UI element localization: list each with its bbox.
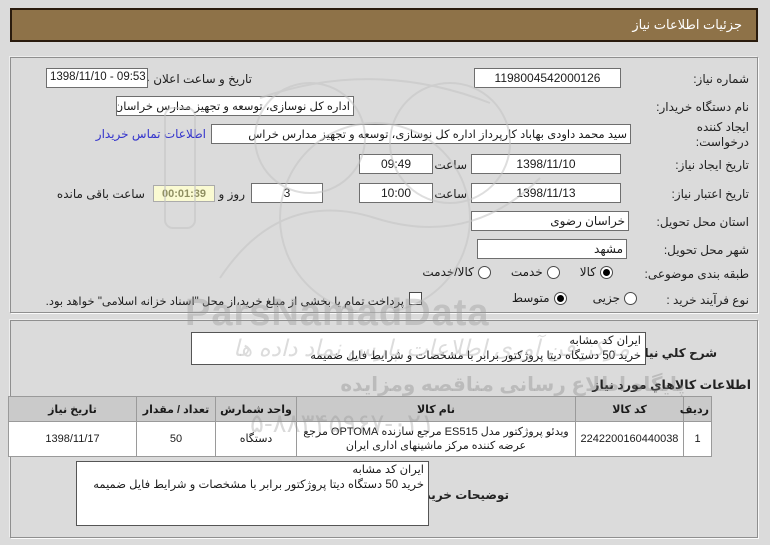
valid-hour-label: ساعت [434,187,467,201]
valid-date-field[interactable]: 1398/11/13 [471,183,621,203]
buyer-notes-field[interactable]: ایران کد مشابه خرید 50 دستگاه دیتا پروژک… [76,461,429,526]
radio-icon[interactable] [600,265,613,279]
need-number-label: شماره نیاز: [693,72,749,86]
col-quantity: تعداد / مقدار [136,396,216,422]
radio-option-service[interactable]: خدمت [511,265,560,279]
create-hour-label: ساعت [434,158,467,172]
valid-time-field[interactable]: 10:00 [359,183,433,203]
goods-table-row: 1 2242200160440038 ویدئو پروژکتور مدل ES… [8,421,712,457]
create-date-label: تاریخ ایجاد نیاز: [675,158,749,172]
cell-goods-name: ویدئو پروژکتور مدل ES515 مرجع سازنده OPT… [296,421,576,457]
purchase-type-label: نوع فرآیند خرید : [666,293,749,307]
buyer-org-field[interactable]: اداره کل نوسازی، توسعه و تجهیز مدارس خرا… [116,96,354,116]
col-unit: واحد شمارش [215,396,297,422]
need-details-panel: شماره نیاز: 1198004542000126 تاریخ و ساع… [10,57,758,313]
valid-date-label: تاریخ اعتبار نیاز: [671,187,749,201]
general-description-label: شرح کلي نیاز: [633,346,717,360]
need-description-panel: شرح کلي نیاز: ایران کد مشابه خرید 50 دست… [8,320,758,538]
valid-days-field[interactable]: 3 [251,183,323,203]
cell-goods-code: 2242200160440038 [575,421,684,457]
col-need-date: تاریخ نیاز [8,396,137,422]
cell-row-number: 1 [683,421,712,457]
radio-option-medium[interactable]: متوسط [512,291,567,305]
page-title: جزئیات اطلاعات نیاز [632,17,742,32]
purchase-type-radio-group: جزیی متوسط [512,291,637,305]
create-date-field[interactable]: 1398/11/10 [471,154,621,174]
col-goods-name: نام کالا [296,396,576,422]
creator-label: ایجاد کننده درخواست: [695,120,749,149]
page-title-bar: جزئیات اطلاعات نیاز [10,8,758,42]
city-field[interactable]: مشهد [477,239,627,259]
classification-label: طبقه بندی موضوعی: [644,267,749,281]
cell-unit: دستگاه [215,421,297,457]
creator-field[interactable]: سید محمد داودی بهاباد کارپرداز اداره کل … [211,124,631,144]
city-label: شهر محل تحویل: [663,243,749,257]
province-field[interactable]: خراسان رضوی [471,211,629,231]
buyer-contact-link[interactable]: اطلاعات تماس خریدار [96,127,206,141]
radio-icon[interactable] [553,291,567,305]
treasury-checkbox-label: پرداخت تمام یا بخشی از مبلغ خرید،از محل … [45,296,404,308]
province-label: استان محل تحویل: [656,215,749,229]
buyer-org-label: نام دستگاه خریدار: [656,100,749,114]
goods-section-title: اطلاعات کالاهاي مورد نیاز [592,378,751,392]
treasury-checkbox[interactable] [409,292,422,305]
cell-need-date: 1398/11/17 [8,421,137,457]
classification-radio-group: کالا خدمت کالا/خدمت [422,265,613,279]
announce-datetime-field[interactable]: 1398/11/10 - 09:53 [46,68,148,88]
radio-option-goods-service[interactable]: کالا/خدمت [422,265,491,279]
countdown-timer: 00:01:39 [153,185,215,202]
col-row-number: ردیف [680,396,712,422]
need-number-field[interactable]: 1198004542000126 [474,68,621,88]
radio-option-goods[interactable]: کالا [580,265,613,279]
radio-option-partial[interactable]: جزیی [593,291,637,305]
create-time-field[interactable]: 09:49 [359,154,433,174]
days-and-label: روز و [218,187,245,201]
cell-quantity: 50 [136,421,216,457]
radio-icon[interactable] [477,265,491,279]
radio-icon[interactable] [546,265,560,279]
hours-remaining-label: ساعت باقی مانده [56,187,145,201]
general-description-field[interactable]: ایران کد مشابه خرید 50 دستگاه دیتا پروژک… [191,332,646,365]
goods-table-header-row: ردیف کد کالا نام کالا واحد شمارش تعداد /… [8,396,712,422]
goods-table: ردیف کد کالا نام کالا واحد شمارش تعداد /… [8,396,712,457]
radio-icon[interactable] [624,291,637,305]
col-goods-code: کد کالا [575,396,684,422]
